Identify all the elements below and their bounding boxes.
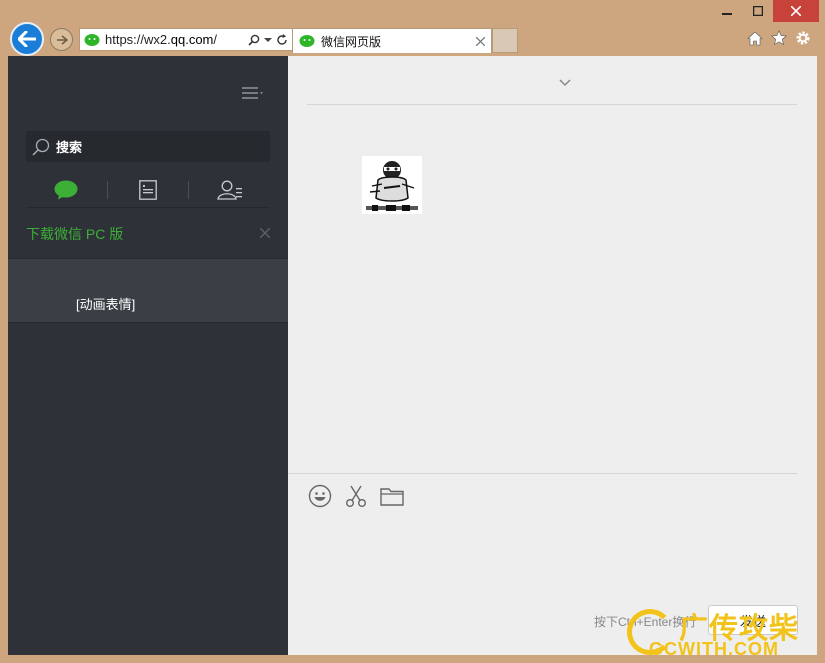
- chat-panel: 按下Ctrl+Enter换行 发送: [288, 56, 817, 655]
- search-placeholder: 搜索: [56, 140, 83, 155]
- wechat-favicon-icon: [299, 35, 315, 47]
- emoji-icon[interactable]: [308, 484, 332, 508]
- window-controls: [711, 0, 819, 22]
- contacts-icon: [216, 180, 242, 200]
- page-content: 搜索 下载微信 PC 版 [动画表情] 按下Ctrl+Enter换行 发送: [8, 56, 817, 655]
- search-input[interactable]: 搜索: [26, 131, 270, 162]
- url-text: https://wx2.qq.com/: [105, 32, 248, 47]
- close-icon[interactable]: [259, 225, 271, 243]
- forward-button[interactable]: [50, 28, 73, 51]
- tab-contacts[interactable]: [189, 178, 270, 202]
- chat-header: [307, 56, 797, 105]
- navigation-bar: https://wx2.qq.com/ 微信网页版: [8, 22, 817, 56]
- chevron-down-icon[interactable]: [559, 74, 571, 92]
- search-icon: [32, 138, 50, 156]
- menu-icon: [242, 87, 263, 99]
- refresh-icon[interactable]: [276, 33, 288, 46]
- minimize-button[interactable]: [711, 0, 742, 22]
- divider: [288, 473, 797, 474]
- menu-button[interactable]: [242, 86, 266, 100]
- maximize-button[interactable]: [742, 0, 773, 22]
- sticker-message[interactable]: [362, 156, 422, 214]
- input-toolbar: [308, 484, 404, 508]
- chat-list-item[interactable]: [动画表情]: [8, 258, 288, 323]
- tab-wechat[interactable]: 微信网页版: [292, 28, 492, 53]
- back-button[interactable]: [10, 22, 44, 56]
- address-bar[interactable]: https://wx2.qq.com/: [79, 28, 293, 51]
- browser-window: https://wx2.qq.com/ 微信网页版 搜索 下载微信 PC 版 […: [0, 0, 825, 663]
- search-icon[interactable]: [248, 34, 260, 46]
- screenshot-scissors-icon[interactable]: [344, 484, 368, 508]
- home-icon[interactable]: [747, 30, 763, 46]
- maximize-icon: [752, 6, 763, 16]
- url-suffix: /: [213, 32, 218, 47]
- tab-title: 微信网页版: [321, 34, 382, 49]
- watermark-url: GCWITH.COM: [649, 639, 779, 659]
- sidebar-tabs: [26, 172, 270, 208]
- url-prefix: https://wx2.: [105, 32, 171, 47]
- minimize-icon: [721, 13, 732, 15]
- download-banner[interactable]: 下载微信 PC 版: [26, 218, 271, 250]
- sidebar: 搜索 下载微信 PC 版 [动画表情]: [8, 56, 288, 655]
- download-link[interactable]: 下载微信 PC 版: [26, 224, 123, 244]
- address-tools: [248, 33, 288, 46]
- tab-close-icon[interactable]: [475, 34, 486, 49]
- article-icon: [139, 179, 157, 200]
- watermark: 广传攻柴 GCWITH.COM: [627, 605, 823, 661]
- tab-chats[interactable]: [26, 178, 107, 202]
- close-icon: [791, 6, 801, 16]
- wechat-favicon-icon: [84, 33, 100, 46]
- sticker-image: [362, 156, 422, 214]
- url-host: qq.com: [170, 32, 214, 47]
- chat-preview: [动画表情]: [76, 297, 136, 312]
- new-tab-button[interactable]: [492, 28, 518, 53]
- settings-gear-icon[interactable]: [795, 30, 811, 46]
- folder-icon[interactable]: [380, 484, 404, 508]
- forward-arrow-icon: [56, 34, 68, 45]
- favorites-star-icon[interactable]: [771, 30, 787, 46]
- dropdown-icon[interactable]: [264, 37, 272, 43]
- chat-bubble-icon: [54, 180, 78, 199]
- tab-articles[interactable]: [108, 178, 189, 202]
- close-button[interactable]: [773, 0, 819, 22]
- browser-tools: [747, 30, 811, 46]
- back-arrow-icon: [18, 31, 36, 47]
